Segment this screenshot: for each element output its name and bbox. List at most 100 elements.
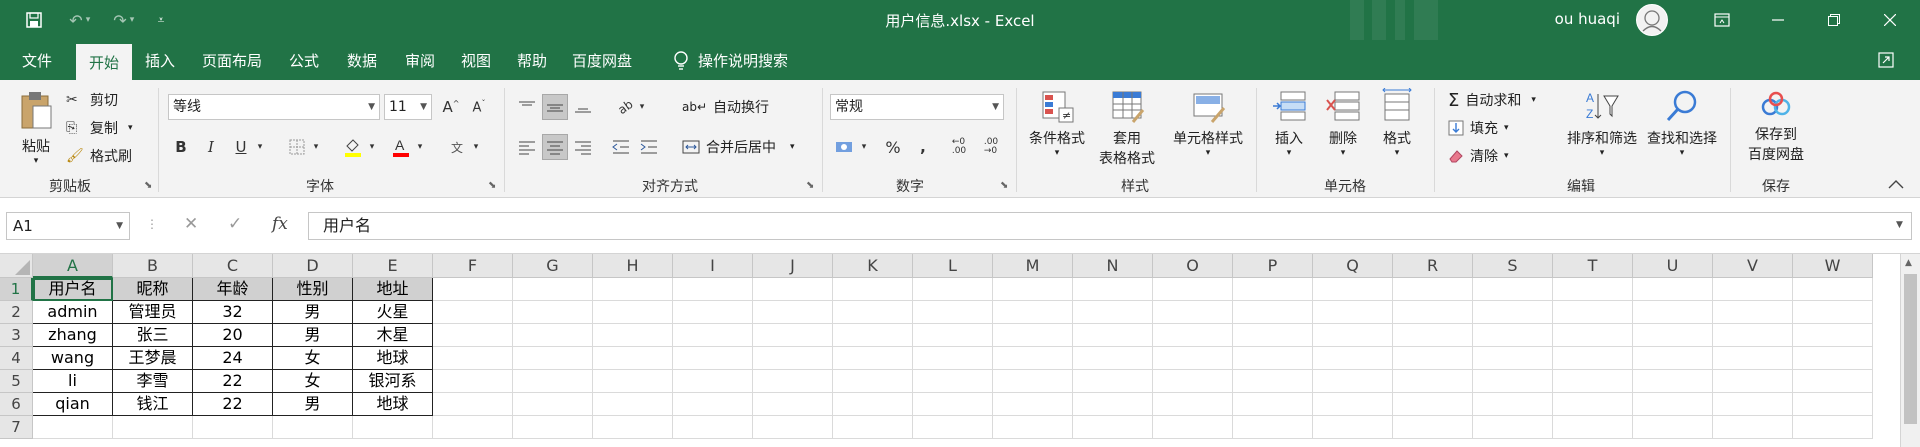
empty-cell[interactable] — [193, 416, 273, 439]
avatar[interactable] — [1636, 4, 1668, 36]
empty-cell[interactable] — [1473, 393, 1553, 416]
empty-cell[interactable] — [833, 393, 913, 416]
empty-cell[interactable] — [1793, 324, 1873, 347]
empty-cell[interactable] — [833, 416, 913, 439]
empty-cell[interactable] — [1313, 370, 1393, 393]
empty-cell[interactable] — [993, 393, 1073, 416]
empty-cell[interactable] — [33, 416, 113, 439]
data-cell[interactable]: 22 — [193, 370, 273, 393]
empty-cell[interactable] — [673, 393, 753, 416]
enter-icon[interactable]: ✓ — [228, 214, 242, 234]
empty-cell[interactable] — [673, 278, 753, 301]
italic-button[interactable]: I — [198, 134, 224, 160]
empty-cell[interactable] — [1713, 416, 1793, 439]
empty-cell[interactable] — [1553, 393, 1633, 416]
empty-cell[interactable] — [753, 347, 833, 370]
empty-cell[interactable] — [1553, 324, 1633, 347]
increase-indent-button[interactable] — [636, 134, 662, 160]
row-header[interactable]: 6 — [0, 393, 33, 416]
data-cell[interactable]: 男 — [273, 301, 353, 324]
column-header[interactable]: N — [1073, 254, 1153, 278]
dialog-launcher-icon[interactable]: ⬊ — [1000, 180, 1008, 191]
empty-cell[interactable] — [753, 324, 833, 347]
align-right-button[interactable] — [570, 134, 596, 160]
column-header[interactable]: Q — [1313, 254, 1393, 278]
empty-cell[interactable] — [833, 324, 913, 347]
empty-cell[interactable] — [1553, 278, 1633, 301]
merge-center-button[interactable]: 合并后居中 ▾ — [682, 134, 795, 160]
undo-dropdown-icon[interactable]: ▾ — [78, 0, 98, 40]
empty-cell[interactable] — [1313, 324, 1393, 347]
empty-cell[interactable] — [593, 324, 673, 347]
font-size-select[interactable]: 11 ▼ — [384, 94, 432, 120]
empty-cell[interactable] — [433, 416, 513, 439]
empty-cell[interactable] — [1233, 393, 1313, 416]
empty-cell[interactable] — [273, 416, 353, 439]
empty-cell[interactable] — [1233, 347, 1313, 370]
empty-cell[interactable] — [993, 416, 1073, 439]
empty-cell[interactable] — [1153, 393, 1233, 416]
empty-cell[interactable] — [1073, 416, 1153, 439]
empty-cell[interactable] — [433, 370, 513, 393]
tab-baidu-netdisk[interactable]: 百度网盘 — [566, 40, 638, 80]
empty-cell[interactable] — [1633, 370, 1713, 393]
empty-cell[interactable] — [1713, 347, 1793, 370]
comma-style-button[interactable]: , — [910, 134, 936, 160]
share-icon[interactable] — [1866, 40, 1906, 80]
redo-dropdown-icon[interactable]: ▾ — [122, 0, 142, 40]
empty-cell[interactable] — [1633, 278, 1713, 301]
empty-cell[interactable] — [1473, 324, 1553, 347]
empty-cell[interactable] — [1313, 301, 1393, 324]
empty-cell[interactable] — [1073, 370, 1153, 393]
data-cell[interactable]: qian — [33, 393, 113, 416]
dialog-launcher-icon[interactable]: ⬊ — [144, 180, 152, 191]
wrap-text-button[interactable]: ab↵ 自动换行 — [682, 94, 769, 120]
tab-home[interactable]: 开始 — [76, 44, 132, 80]
empty-cell[interactable] — [913, 278, 993, 301]
insert-function-icon[interactable]: fx — [272, 214, 288, 234]
empty-cell[interactable] — [1793, 393, 1873, 416]
empty-cell[interactable] — [1473, 347, 1553, 370]
empty-cell[interactable] — [993, 347, 1073, 370]
column-header[interactable]: J — [753, 254, 833, 278]
fill-color-dropdown[interactable]: ▾ — [364, 134, 380, 160]
dialog-launcher-icon[interactable]: ⬊ — [806, 180, 814, 191]
data-cell[interactable]: 男 — [273, 324, 353, 347]
dialog-launcher-icon[interactable]: ⬊ — [488, 180, 496, 191]
empty-cell[interactable] — [1713, 370, 1793, 393]
empty-cell[interactable] — [113, 416, 193, 439]
column-header[interactable]: V — [1713, 254, 1793, 278]
data-cell[interactable]: 24 — [193, 347, 273, 370]
align-bottom-button[interactable] — [570, 94, 596, 120]
formula-input[interactable]: 用户名 — [308, 212, 1912, 240]
tab-review[interactable]: 审阅 — [396, 40, 444, 80]
empty-cell[interactable] — [913, 324, 993, 347]
scroll-up-icon[interactable]: ▲ — [1905, 258, 1912, 268]
empty-cell[interactable] — [593, 393, 673, 416]
empty-cell[interactable] — [753, 301, 833, 324]
font-name-select[interactable]: 等线 ▼ — [168, 94, 380, 120]
column-header[interactable]: W — [1793, 254, 1873, 278]
tell-me-search[interactable]: 操作说明搜索 — [660, 40, 800, 80]
number-format-select[interactable]: 常规 ▼ — [830, 94, 1004, 120]
column-header[interactable]: P — [1233, 254, 1313, 278]
empty-cell[interactable] — [913, 393, 993, 416]
empty-cell[interactable] — [1153, 416, 1233, 439]
data-cell[interactable]: 木星 — [353, 324, 433, 347]
ribbon-display-options-icon[interactable] — [1694, 0, 1750, 40]
insert-cells-button[interactable]: 插入 ▾ — [1264, 88, 1314, 158]
header-cell[interactable]: 年龄 — [193, 278, 273, 301]
tab-formulas[interactable]: 公式 — [280, 40, 328, 80]
empty-cell[interactable] — [993, 370, 1073, 393]
format-as-table-button[interactable]: 套用 表格格式 — [1090, 88, 1164, 168]
sort-filter-button[interactable]: AZ 排序和筛选 ▾ — [1562, 88, 1642, 158]
empty-cell[interactable] — [1393, 347, 1473, 370]
data-cell[interactable]: admin — [33, 301, 113, 324]
empty-cell[interactable] — [593, 370, 673, 393]
empty-cell[interactable] — [1633, 324, 1713, 347]
column-header[interactable]: F — [433, 254, 513, 278]
column-header[interactable]: B — [113, 254, 193, 278]
empty-cell[interactable] — [673, 301, 753, 324]
vertical-scrollbar[interactable]: ▲ — [1900, 254, 1920, 447]
row-header[interactable]: 1 — [0, 278, 33, 301]
